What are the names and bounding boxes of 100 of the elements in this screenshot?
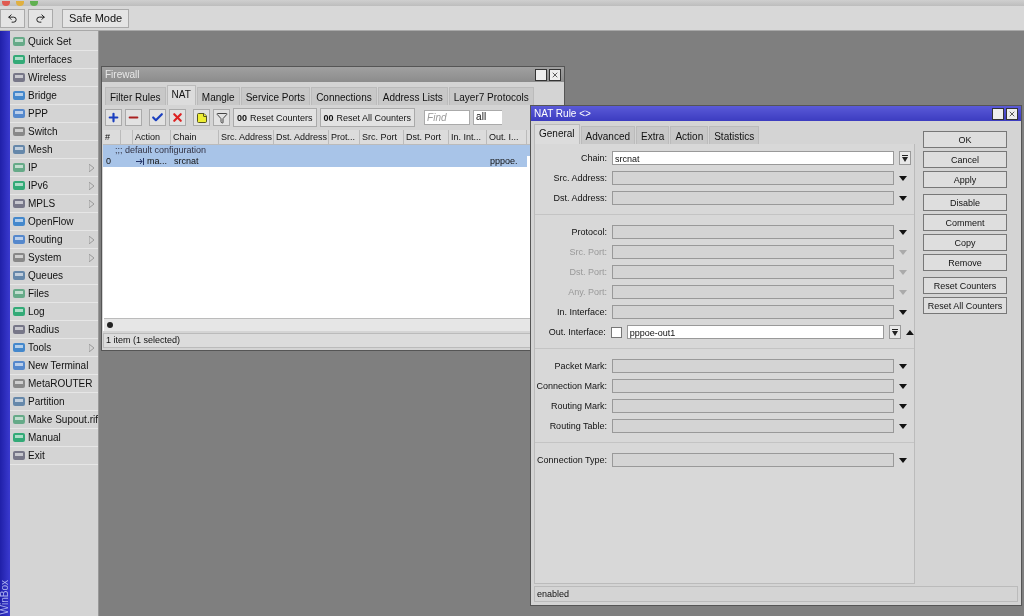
select-field[interactable] [612,399,894,413]
dialog-button[interactable]: Reset Counters [923,277,1007,294]
dialog-button[interactable]: Cancel [923,151,1007,168]
column-header[interactable]: Prot... [329,130,360,144]
reset-counters-button[interactable]: 00 Reset Counters [233,108,317,127]
menu-item[interactable]: PPP [10,105,98,123]
menu-item[interactable]: MetaROUTER [10,375,98,393]
dialog-button[interactable]: Copy [923,234,1007,251]
tab[interactable]: Extra [636,126,670,144]
select-field[interactable] [612,245,894,259]
up-arrow-icon[interactable] [906,329,914,335]
down-arrow-icon[interactable] [899,229,907,235]
column-header[interactable]: # [103,130,121,144]
undo-button[interactable] [0,8,25,28]
down-arrow-icon[interactable] [899,363,907,369]
menu-item[interactable]: Exit [10,447,98,465]
menu-item[interactable]: Files [10,285,98,303]
down-arrow-icon[interactable] [899,403,907,409]
safe-mode-button[interactable]: Safe Mode [62,8,130,28]
menu-item[interactable]: MPLS [10,195,98,213]
menu-item[interactable]: Log [10,303,98,321]
column-header[interactable]: Action [133,130,171,144]
column-header[interactable]: Src. Port [360,130,404,144]
tab[interactable]: Advanced [580,126,636,144]
select-field[interactable] [612,191,894,205]
tab[interactable]: Layer7 Protocols [448,87,534,105]
down-arrow-icon[interactable] [899,383,907,389]
select-field[interactable] [612,359,894,373]
chain-field[interactable]: srcnat [612,151,894,165]
menu-item[interactable]: Interfaces [10,51,98,69]
menu-item[interactable]: Partition [10,393,98,411]
maximize-button[interactable] [535,68,547,81]
redo-button[interactable] [28,8,53,28]
tab[interactable]: Connections [311,87,377,105]
column-header[interactable]: Dst. Port [404,130,449,144]
scroll-left-icon[interactable] [106,321,114,329]
down-arrow-icon[interactable] [899,195,907,201]
filter-select[interactable]: all [473,110,503,125]
reset-counters-button[interactable]: 00 Reset All Counters [319,108,416,127]
filter-button[interactable] [213,109,230,126]
tab[interactable]: General [534,124,580,144]
dropdown-button[interactable] [899,151,911,165]
menu-item[interactable]: IP [10,159,98,177]
tab[interactable]: Filter Rules [105,87,166,105]
down-arrow-icon[interactable] [899,309,907,315]
select-field[interactable] [612,453,894,467]
menu-item[interactable]: Bridge [10,87,98,105]
menu-item[interactable]: Routing [10,231,98,249]
menu-item[interactable]: Make Supout.rif [10,411,98,429]
down-arrow-icon[interactable] [899,175,907,181]
menu-item[interactable]: Mesh [10,141,98,159]
column-header[interactable]: Dst. Address [274,130,329,144]
dialog-button[interactable]: Disable [923,194,1007,211]
select-field[interactable] [612,265,894,279]
tab[interactable]: Statistics [709,126,760,144]
negate-checkbox[interactable] [610,326,622,338]
dialog-button[interactable]: OK [923,131,1007,148]
find-field[interactable]: Find [424,110,471,125]
close-button[interactable] [1006,107,1018,120]
disable-button[interactable] [169,109,186,126]
tab[interactable]: Service Ports [240,87,311,105]
tab[interactable]: NAT [166,85,196,105]
dialog-button[interactable]: Remove [923,254,1007,271]
select-field[interactable] [612,379,894,393]
menu-item[interactable]: Wireless [10,69,98,87]
menu-item[interactable]: Quick Set [10,33,98,51]
column-header[interactable]: Src. Address [219,130,274,144]
dialog-button[interactable]: Comment [923,214,1007,231]
dialog-button[interactable]: Apply [923,171,1007,188]
close-button[interactable] [549,68,561,81]
down-arrow-icon[interactable] [899,457,907,463]
tab[interactable]: Address Lists [377,87,448,105]
comment-row[interactable]: ;;; default configuration [103,145,530,156]
maximize-button[interactable] [992,107,1004,120]
select-field[interactable] [612,285,894,299]
menu-item[interactable]: OpenFlow [10,213,98,231]
menu-item[interactable]: New Terminal [10,357,98,375]
add-button[interactable] [105,109,122,126]
menu-item[interactable]: Queues [10,267,98,285]
menu-item[interactable]: Switch [10,123,98,141]
menu-item[interactable]: Tools [10,339,98,357]
column-header[interactable]: Out. I... [487,130,527,144]
remove-button[interactable] [125,109,142,126]
dialog-button[interactable]: Reset All Counters [923,297,1007,314]
dropdown-button[interactable] [889,325,902,339]
rule-row[interactable]: 0 ma... srcnat pppoe. [103,156,527,167]
select-field[interactable] [612,171,894,185]
tab[interactable]: Action [670,126,709,144]
select-field[interactable] [612,419,894,433]
select-field[interactable] [612,305,894,319]
down-arrow-icon[interactable] [899,423,907,429]
menu-item[interactable]: IPv6 [10,177,98,195]
enable-button[interactable] [149,109,166,126]
select-field[interactable] [612,225,894,239]
menu-item[interactable]: System [10,249,98,267]
comment-button[interactable] [193,109,210,126]
menu-item[interactable]: Radius [10,321,98,339]
tab[interactable]: Mangle [196,87,240,105]
column-header[interactable]: In. Int... [449,130,487,144]
column-header[interactable]: Chain [171,130,219,144]
